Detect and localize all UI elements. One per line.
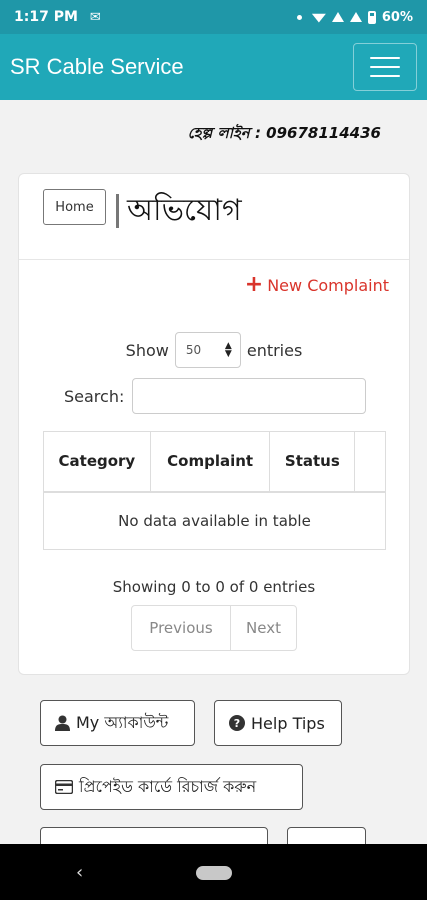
status-time: 1:17 PM: [14, 9, 78, 25]
battery-icon: [367, 10, 376, 24]
empty-table-message: No data available in table: [43, 491, 386, 550]
back-icon[interactable]: ‹: [76, 862, 83, 883]
search-label: Search:: [64, 386, 125, 406]
wifi-icon: [311, 13, 326, 23]
column-header-complaint[interactable]: Complaint: [149, 431, 271, 493]
app-title[interactable]: SR Cable Service: [10, 54, 184, 80]
new-complaint-label: New Complaint: [267, 275, 389, 295]
column-header-status[interactable]: Status: [269, 431, 356, 493]
my-account-label: My অ্যাকাউন্ট: [76, 712, 169, 732]
mail-icon: ✉: [89, 9, 101, 25]
user-icon: [55, 715, 70, 731]
table-row: No data available in table: [43, 491, 386, 550]
app-bar: SR Cable Service: [0, 34, 427, 100]
hamburger-menu-button[interactable]: [353, 43, 417, 91]
next-page-button[interactable]: Next: [231, 606, 296, 650]
help-tips-button[interactable]: ? Help Tips: [214, 700, 342, 746]
page-title: অভিযোগ: [127, 193, 242, 228]
home-pill-icon[interactable]: [196, 866, 232, 880]
table-info: Showing 0 to 0 of 0 entries: [112, 578, 316, 596]
signal-icon: [331, 12, 344, 22]
complaint-card: Home অভিযোগ + New Complaint Show 50 ▲ ▼ e…: [18, 173, 410, 675]
column-header-category[interactable]: Category: [43, 431, 151, 493]
help-tips-label: Help Tips: [251, 713, 325, 733]
partial-button[interactable]: [287, 827, 366, 844]
svg-text:?: ?: [234, 717, 240, 730]
plus-icon: +: [244, 272, 264, 297]
status-icons: 60%: [296, 9, 413, 25]
hamburger-menu-icon: [370, 57, 400, 59]
my-account-button[interactable]: My অ্যাকাউন্ট: [40, 700, 195, 746]
entries-select-value: 50: [185, 343, 202, 357]
question-circle-icon: ?: [229, 715, 245, 731]
new-complaint-link[interactable]: + New Complaint: [245, 274, 389, 296]
breadcrumb-divider: [116, 194, 119, 228]
battery-percent: 60%: [381, 9, 413, 25]
prepaid-recharge-button[interactable]: প্রিপেইড কার্ডে রিচার্জ করুন: [40, 764, 303, 810]
notification-dot-icon: [296, 14, 302, 20]
column-header-extra[interactable]: [354, 431, 386, 493]
signal-icon: [349, 12, 362, 22]
helpline-text: হেল্প লাইন : 09678114436: [187, 124, 381, 142]
card-header: Home অভিযোগ: [19, 174, 409, 260]
credit-card-icon: [55, 780, 73, 794]
entries-label: entries: [246, 340, 303, 360]
home-breadcrumb-button[interactable]: Home: [43, 189, 106, 225]
page-content: হেল্প লাইন : 09678114436 Home অভিযোগ + N…: [0, 100, 427, 844]
status-bar: 1:17 PM ✉ 60%: [0, 0, 427, 34]
pagination: Previous Next: [131, 605, 297, 651]
search-input[interactable]: [132, 378, 367, 414]
partial-button[interactable]: [40, 827, 268, 844]
complaints-table: Category Complaint Status No data availa…: [43, 431, 386, 550]
prepaid-recharge-label: প্রিপেইড কার্ডে রিচার্জ করুন: [79, 776, 257, 796]
table-header-row: Category Complaint Status: [43, 431, 386, 493]
entries-length-control: Show 50 ▲ ▼ entries: [19, 332, 409, 368]
show-label: Show: [125, 340, 169, 360]
table-search: Search:: [64, 378, 367, 414]
previous-page-button[interactable]: Previous: [132, 606, 231, 650]
entries-select[interactable]: 50 ▲ ▼: [174, 332, 241, 368]
sort-arrows-icon: ▲ ▼: [224, 341, 232, 359]
system-navigation-bar: ‹: [0, 844, 427, 900]
